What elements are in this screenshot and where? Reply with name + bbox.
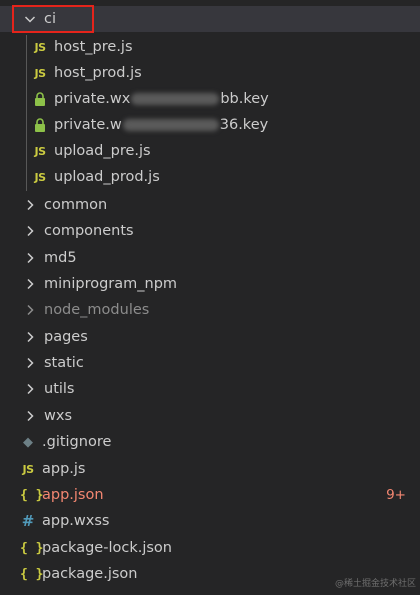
file-label: app.json [42,487,104,503]
file-app-json[interactable]: { } app.json 9+ [0,482,420,508]
file-gitignore[interactable]: ◆ .gitignore [0,429,420,455]
chevron-right-icon [22,302,38,318]
git-file-icon: ◆ [23,434,33,450]
chevron-right-icon [22,329,38,345]
folder-label: node_modules [44,302,150,318]
file-explorer: ci JS host_pre.js JS host_prod.js privat… [0,0,420,595]
javascript-file-icon: JS [22,462,34,476]
folder-common[interactable]: common [0,192,420,218]
lock-icon [32,92,48,106]
folder-label: utils [44,381,75,397]
folder-label: pages [44,329,88,345]
file-upload-prod[interactable]: JS upload_prod.js [0,164,420,190]
folder-label: static [44,355,84,371]
redacted-text [131,93,220,105]
folder-md5[interactable]: md5 [0,245,420,271]
javascript-file-icon: JS [34,170,46,184]
json-file-icon: { } [20,540,44,556]
file-label-start: private.w [54,117,122,133]
folder-miniprogram-npm[interactable]: miniprogram_npm [0,271,420,297]
file-label: app.js [42,461,86,477]
folder-utils[interactable]: utils [0,376,420,402]
folder-label: components [44,223,134,239]
file-label: upload_prod.js [54,169,160,185]
file-label: package-lock.json [42,540,172,556]
file-label-end: bb.key [220,91,269,107]
folder-wxs[interactable]: wxs [0,403,420,429]
lock-icon [32,118,48,132]
file-private-key-2[interactable]: private.w 36.key [0,112,420,138]
folder-label: common [44,197,108,213]
folder-label: ci [44,11,57,27]
file-upload-pre[interactable]: JS upload_pre.js [0,138,420,164]
javascript-file-icon: JS [34,144,46,158]
problems-badge: 9+ [386,487,406,503]
file-host-pre[interactable]: JS host_pre.js [0,34,420,60]
file-label-end: 36.key [219,117,269,133]
javascript-file-icon: JS [34,66,46,80]
chevron-right-icon [22,381,38,397]
chevron-down-icon [22,11,38,27]
file-label: app.wxss [42,513,110,529]
file-label: host_pre.js [54,39,133,55]
chevron-right-icon [22,408,38,424]
watermark: @稀土掘金技术社区 [334,579,416,589]
redacted-text [122,119,219,131]
javascript-file-icon: JS [34,40,46,54]
file-label: upload_pre.js [54,143,151,159]
chevron-right-icon [22,276,38,292]
folder-components[interactable]: components [0,218,420,244]
folder-ci[interactable]: ci [0,6,420,32]
folder-label: wxs [44,408,72,424]
folder-node-modules[interactable]: node_modules [0,297,420,323]
chevron-right-icon [22,197,38,213]
file-private-key-1[interactable]: private.wx bb.key [0,86,420,112]
folder-pages[interactable]: pages [0,324,420,350]
json-file-icon: { } [20,487,44,503]
folder-label: miniprogram_npm [44,276,178,292]
folder-static[interactable]: static [0,350,420,376]
file-label: host_prod.js [54,65,142,81]
chevron-right-icon [22,223,38,239]
file-package-lock-json[interactable]: { } package-lock.json [0,535,420,561]
json-file-icon: { } [20,566,44,582]
file-app-wxss[interactable]: # app.wxss [0,508,420,534]
file-label: package.json [42,566,138,582]
file-app-js[interactable]: JS app.js [0,456,420,482]
folder-label: md5 [44,250,77,266]
chevron-right-icon [22,355,38,371]
file-label-start: private.wx [54,91,131,107]
file-host-prod[interactable]: JS host_prod.js [0,60,420,86]
chevron-right-icon [22,250,38,266]
stylesheet-file-icon: # [21,512,35,530]
file-label: .gitignore [42,434,112,450]
